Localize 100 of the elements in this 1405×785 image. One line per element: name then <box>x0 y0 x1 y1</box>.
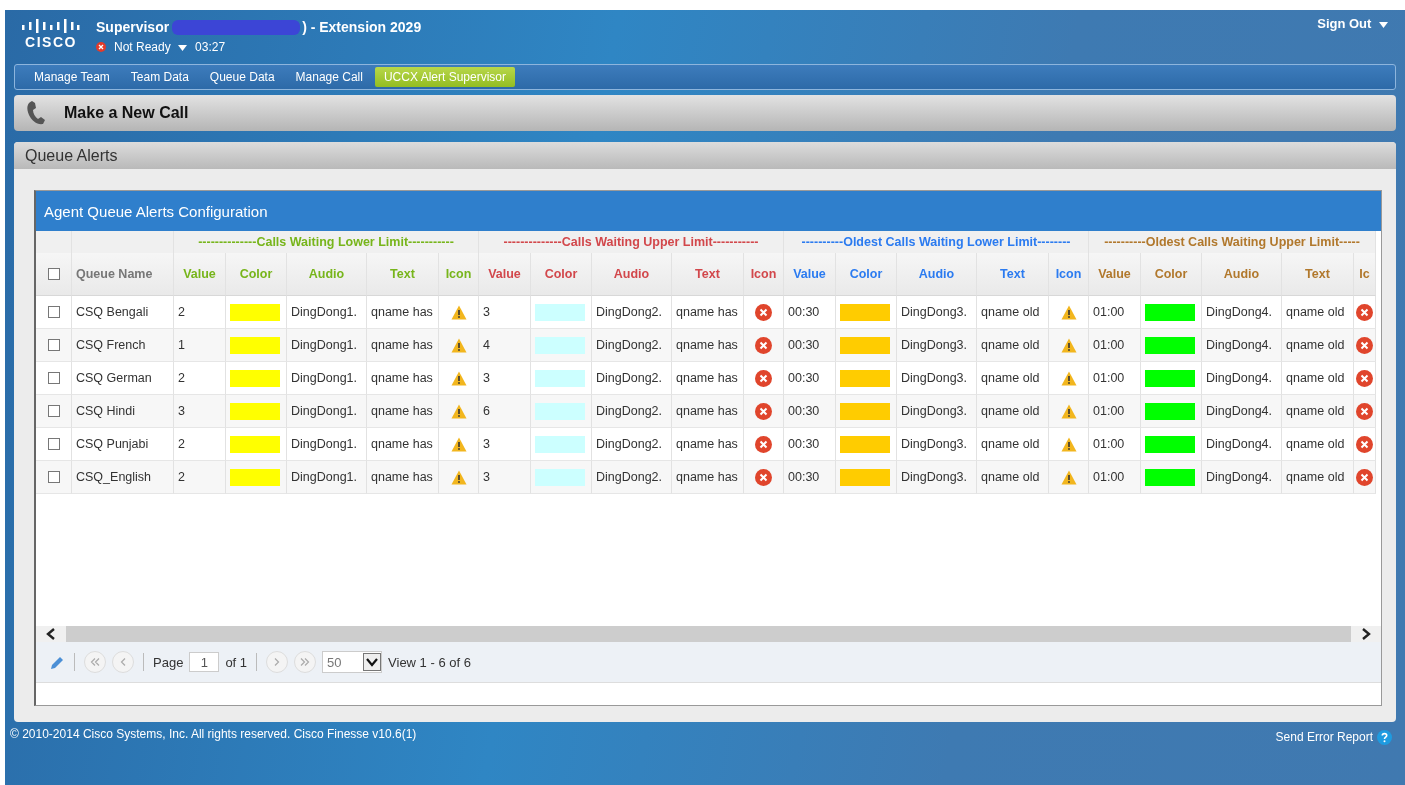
warning-icon <box>450 469 467 485</box>
column-header[interactable]: Text <box>1000 267 1025 281</box>
table-cell: DingDong2. <box>596 338 662 352</box>
column-header[interactable]: Text <box>695 267 720 281</box>
sign-out-button[interactable]: Sign Out <box>1317 10 1396 31</box>
table-row[interactable]: CSQ German 2 DingDong1. qname has 3 DingDong2. qname has 00:30 DingDong3. qname old 01:00 DingDong4. qname old <box>36 362 1376 395</box>
warning-icon <box>1060 370 1077 386</box>
page-size-select[interactable]: 50 <box>322 651 383 673</box>
table-cell: DingDong4. <box>1206 338 1272 352</box>
row-checkbox[interactable] <box>47 471 60 483</box>
column-header[interactable]: Queue Name <box>76 267 153 281</box>
group-header: ----------Oldest Calls Waiting Upper Limit----- <box>1104 235 1360 249</box>
chevron-right-icon <box>274 658 281 666</box>
table-row[interactable]: CSQ Bengali 2 DingDong1. qname has 3 DingDong2. qname has 00:30 DingDong3. qname old 01:00 DingDong4. qname old <box>36 296 1376 329</box>
warning-icon <box>1060 403 1077 419</box>
column-header[interactable]: Color <box>849 267 883 281</box>
table-cell: qname old <box>981 470 1040 484</box>
table-cell: 00:30 <box>788 470 820 484</box>
pencil-icon[interactable] <box>50 654 65 670</box>
column-header[interactable]: Audio <box>1223 267 1260 281</box>
help-icon[interactable] <box>1377 729 1392 745</box>
table-row[interactable]: CSQ Punjabi 2 DingDong1. qname has 3 DingDong2. qname has 00:30 DingDong3. qname old 01:00 DingDong4. qname old <box>36 428 1376 461</box>
warning-icon <box>1060 304 1077 320</box>
error-icon <box>1356 402 1373 420</box>
row-checkbox[interactable] <box>47 339 60 351</box>
row-checkbox[interactable] <box>47 405 60 417</box>
table-cell: 01:00 <box>1093 305 1125 319</box>
page-input[interactable]: 1 <box>189 652 220 672</box>
row-checkbox[interactable] <box>47 372 60 384</box>
table-cell: qname has <box>371 437 433 451</box>
table-cell: 00:30 <box>788 371 820 385</box>
table-cell: qname old <box>1286 437 1345 451</box>
table-cell: DingDong3. <box>901 470 967 484</box>
table-cell: qname has <box>676 371 738 385</box>
column-header[interactable]: Text <box>390 267 415 281</box>
table-row[interactable]: CSQ Hindi 3 DingDong1. qname has 6 DingDong2. qname has 00:30 DingDong3. qname old 01:00 DingDong4. qname old <box>36 395 1376 428</box>
nav-tab[interactable]: Manage Team <box>25 67 119 87</box>
table-cell: CSQ French <box>76 338 146 352</box>
table-cell: DingDong2. <box>596 404 662 418</box>
column-header[interactable]: Icon <box>1055 267 1082 281</box>
row-checkbox[interactable] <box>47 438 60 450</box>
column-header[interactable]: Value <box>793 267 826 281</box>
table-cell: DingDong3. <box>901 305 967 319</box>
row-checkbox[interactable] <box>47 306 60 318</box>
group-header: ----------Oldest Calls Waiting Lower Limit-------- <box>801 235 1071 249</box>
column-header[interactable]: Icon <box>750 267 777 281</box>
warning-icon <box>1060 337 1077 353</box>
chevron-left-icon <box>120 658 126 666</box>
table-cell: qname has <box>371 404 433 418</box>
column-header[interactable]: Audio <box>918 267 955 281</box>
view-range: View 1 - 6 of 6 <box>388 654 471 670</box>
table-cell: DingDong4. <box>1206 305 1272 319</box>
table-cell: qname old <box>981 305 1040 319</box>
column-header[interactable]: Icon <box>445 267 472 281</box>
select-all-checkbox[interactable] <box>47 268 60 280</box>
table-cell: CSQ Bengali <box>76 305 149 319</box>
error-icon <box>1356 303 1373 321</box>
table-cell: 1 <box>178 338 185 352</box>
scroll-right-icon[interactable] <box>1361 628 1371 640</box>
table-cell: 00:30 <box>788 305 820 319</box>
column-header[interactable]: Ic <box>1359 267 1370 281</box>
column-header[interactable]: Value <box>1098 267 1131 281</box>
status-dropdown[interactable]: Not Ready <box>110 40 192 54</box>
error-icon <box>755 336 772 354</box>
nav-tab[interactable]: Queue Data <box>200 67 284 87</box>
send-error-report-link[interactable]: Send Error Report <box>1275 730 1373 744</box>
table-cell: 4 <box>483 338 490 352</box>
column-header[interactable]: Color <box>239 267 273 281</box>
scroll-left-icon[interactable] <box>46 628 56 640</box>
table-cell: 01:00 <box>1093 338 1125 352</box>
table-cell: DingDong2. <box>596 371 662 385</box>
state-timer: 03:27 <box>195 40 226 54</box>
make-call-button[interactable]: Make a New Call <box>64 104 189 122</box>
agent-title: Supervisor <box>96 19 170 35</box>
warning-icon <box>450 436 467 452</box>
group-header: --------------Calls Waiting Lower Limit----------- <box>198 235 454 249</box>
table-cell: 01:00 <box>1093 437 1125 451</box>
nav-tab[interactable]: Manage Call <box>286 67 372 87</box>
nav-tab[interactable]: Team Data <box>121 67 198 87</box>
page-count: of 1 <box>225 654 248 670</box>
column-header[interactable]: Audio <box>308 267 345 281</box>
column-header[interactable]: Text <box>1305 267 1330 281</box>
column-header[interactable]: Color <box>1154 267 1188 281</box>
column-header[interactable]: Audio <box>613 267 650 281</box>
table-cell: 01:00 <box>1093 371 1125 385</box>
column-header[interactable]: Value <box>488 267 521 281</box>
table-row[interactable]: CSQ_English 2 DingDong1. qname has 3 DingDong2. qname has 00:30 DingDong3. qname old 01:00 DingDong4. qname old <box>36 461 1376 494</box>
table-row[interactable]: CSQ French 1 DingDong1. qname has 4 DingDong2. qname has 00:30 DingDong3. qname old 01:00 DingDong4. qname old <box>36 329 1376 362</box>
logo-bars-icon <box>22 19 80 33</box>
column-header[interactable]: Value <box>183 267 216 281</box>
table-cell: qname has <box>371 305 433 319</box>
column-header[interactable]: Color <box>544 267 578 281</box>
table-cell: CSQ Punjabi <box>76 437 149 451</box>
chevron-down-icon <box>363 653 382 671</box>
table-cell: qname old <box>1286 371 1345 385</box>
double-chevron-right-icon <box>300 658 311 666</box>
table-cell: 01:00 <box>1093 470 1125 484</box>
warning-icon <box>450 337 467 353</box>
horizontal-scrollbar[interactable] <box>36 626 1381 642</box>
table-cell: 2 <box>178 305 185 319</box>
